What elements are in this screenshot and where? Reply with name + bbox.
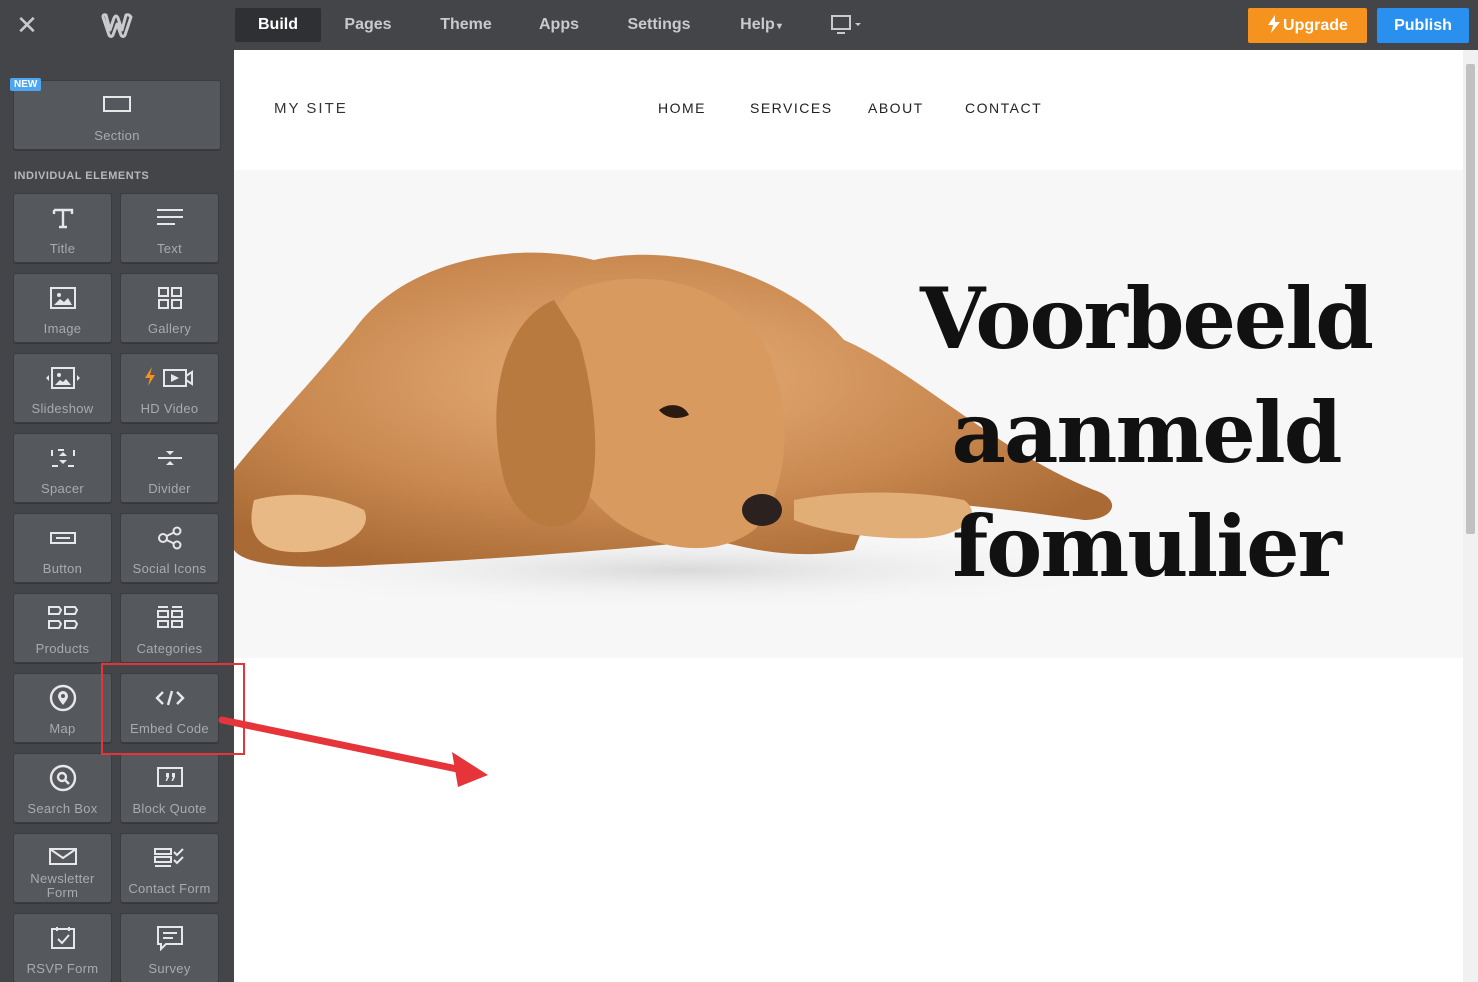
- contact-form-element[interactable]: Contact Form: [120, 833, 219, 903]
- nav-about[interactable]: ABOUT: [868, 100, 924, 116]
- hero-title-line-3: fomulier: [952, 497, 1342, 596]
- title-icon: [14, 204, 111, 232]
- canvas-scrollbar[interactable]: [1463, 50, 1478, 982]
- social-icons-label: Social Icons: [132, 561, 207, 576]
- spacer-element[interactable]: Spacer: [13, 433, 112, 503]
- search-box-element[interactable]: Search Box: [13, 753, 112, 823]
- rsvp-form-element[interactable]: RSVP Form: [13, 913, 112, 982]
- nav-home[interactable]: HOME: [658, 100, 706, 116]
- map-label: Map: [49, 721, 76, 736]
- section-icon: [14, 91, 220, 119]
- map-element[interactable]: Map: [13, 673, 112, 743]
- chevron-down-icon: ▾: [776, 21, 782, 32]
- text-element[interactable]: Text: [120, 193, 219, 263]
- spacer-icon: [14, 444, 111, 472]
- lightning-icon: [1268, 15, 1281, 33]
- divider-label: Divider: [148, 481, 191, 496]
- code-icon: [121, 684, 218, 712]
- hero-banner[interactable]: Voorbeeld aanmeld fomulier: [234, 170, 1463, 658]
- scrollbar-thumb[interactable]: [1466, 64, 1475, 534]
- weebly-logo-icon[interactable]: [100, 10, 134, 40]
- image-icon: [14, 284, 111, 312]
- button-icon: [14, 524, 111, 552]
- products-element[interactable]: Products: [13, 593, 112, 663]
- nav-services[interactable]: SERVICES: [750, 100, 833, 116]
- contact-form-label: Contact Form: [128, 881, 211, 896]
- image-label: Image: [43, 321, 82, 336]
- section-element[interactable]: Section: [13, 80, 221, 150]
- embed-code-label: Embed Code: [130, 721, 209, 736]
- hero-title[interactable]: Voorbeeld aanmeld fomulier: [906, 262, 1386, 604]
- new-badge: NEW: [10, 78, 42, 91]
- tab-help[interactable]: Help ▾: [726, 8, 796, 42]
- hero-title-line-1: Voorbeeld: [919, 269, 1374, 368]
- tab-theme[interactable]: Theme: [426, 8, 506, 42]
- newsletter-form-element[interactable]: Newsletter Form: [13, 833, 112, 903]
- map-pin-icon: [14, 684, 111, 712]
- slideshow-label: Slideshow: [31, 401, 94, 416]
- gallery-element[interactable]: Gallery: [120, 273, 219, 343]
- video-icon: [121, 364, 218, 392]
- share-icon: [121, 524, 218, 552]
- site-title[interactable]: MY SITE: [274, 100, 348, 117]
- button-label: Button: [42, 561, 83, 576]
- tab-build[interactable]: Build: [235, 8, 321, 42]
- categories-label: Categories: [136, 641, 203, 656]
- slideshow-icon: [14, 364, 111, 392]
- image-element[interactable]: Image: [13, 273, 112, 343]
- individual-elements-heading: INDIVIDUAL ELEMENTS: [14, 170, 150, 182]
- title-label: Title: [49, 241, 76, 256]
- publish-button[interactable]: Publish: [1377, 8, 1469, 43]
- close-icon[interactable]: ✕: [14, 12, 40, 38]
- social-icons-element[interactable]: Social Icons: [120, 513, 219, 583]
- hd-video-element[interactable]: HD Video: [120, 353, 219, 423]
- contact-form-icon: [121, 844, 218, 872]
- elements-sidebar: NEW Section INDIVIDUAL ELEMENTS Title Te…: [0, 50, 234, 982]
- top-toolbar: ✕ Build Pages Theme Apps Settings Help ▾ …: [0, 0, 1478, 50]
- divider-icon: [121, 444, 218, 472]
- categories-element[interactable]: Categories: [120, 593, 219, 663]
- envelope-icon: [14, 842, 111, 870]
- section-label: Section: [94, 128, 140, 143]
- tab-settings[interactable]: Settings: [612, 8, 706, 42]
- hero-title-line-2: aanmeld: [951, 383, 1343, 482]
- nav-contact[interactable]: CONTACT: [965, 100, 1042, 116]
- spacer-label: Spacer: [41, 481, 84, 496]
- hd-video-label: HD Video: [140, 401, 199, 416]
- gallery-icon: [121, 284, 218, 312]
- text-label: Text: [156, 241, 183, 256]
- quote-icon: [121, 764, 218, 792]
- title-element[interactable]: Title: [13, 193, 112, 263]
- products-icon: [14, 604, 111, 632]
- slideshow-element[interactable]: Slideshow: [13, 353, 112, 423]
- upgrade-button[interactable]: Upgrade: [1248, 8, 1367, 43]
- desktop-icon[interactable]: [830, 13, 864, 37]
- survey-label: Survey: [148, 961, 191, 976]
- categories-icon: [121, 604, 218, 632]
- survey-element[interactable]: Survey: [120, 913, 219, 982]
- block-quote-element[interactable]: Block Quote: [120, 753, 219, 823]
- divider-element[interactable]: Divider: [120, 433, 219, 503]
- text-icon: [121, 204, 218, 232]
- site-canvas[interactable]: MY SITE HOME SERVICES ABOUT CONTACT Voor…: [234, 50, 1463, 982]
- tab-help-label: Help: [740, 16, 775, 33]
- button-element[interactable]: Button: [13, 513, 112, 583]
- tab-pages[interactable]: Pages: [330, 8, 406, 42]
- search-box-label: Search Box: [27, 801, 98, 816]
- rsvp-icon: [14, 924, 111, 952]
- newsletter-form-label: Newsletter Form: [30, 871, 95, 900]
- rsvp-form-label: RSVP Form: [26, 961, 99, 976]
- block-quote-label: Block Quote: [132, 801, 207, 816]
- search-icon: [14, 764, 111, 792]
- products-label: Products: [35, 641, 90, 656]
- gallery-label: Gallery: [147, 321, 192, 336]
- survey-icon: [121, 924, 218, 952]
- upgrade-label: Upgrade: [1283, 17, 1348, 34]
- site-header: MY SITE HOME SERVICES ABOUT CONTACT: [234, 50, 1463, 168]
- tab-apps[interactable]: Apps: [525, 8, 593, 42]
- embed-code-element[interactable]: Embed Code: [120, 673, 219, 743]
